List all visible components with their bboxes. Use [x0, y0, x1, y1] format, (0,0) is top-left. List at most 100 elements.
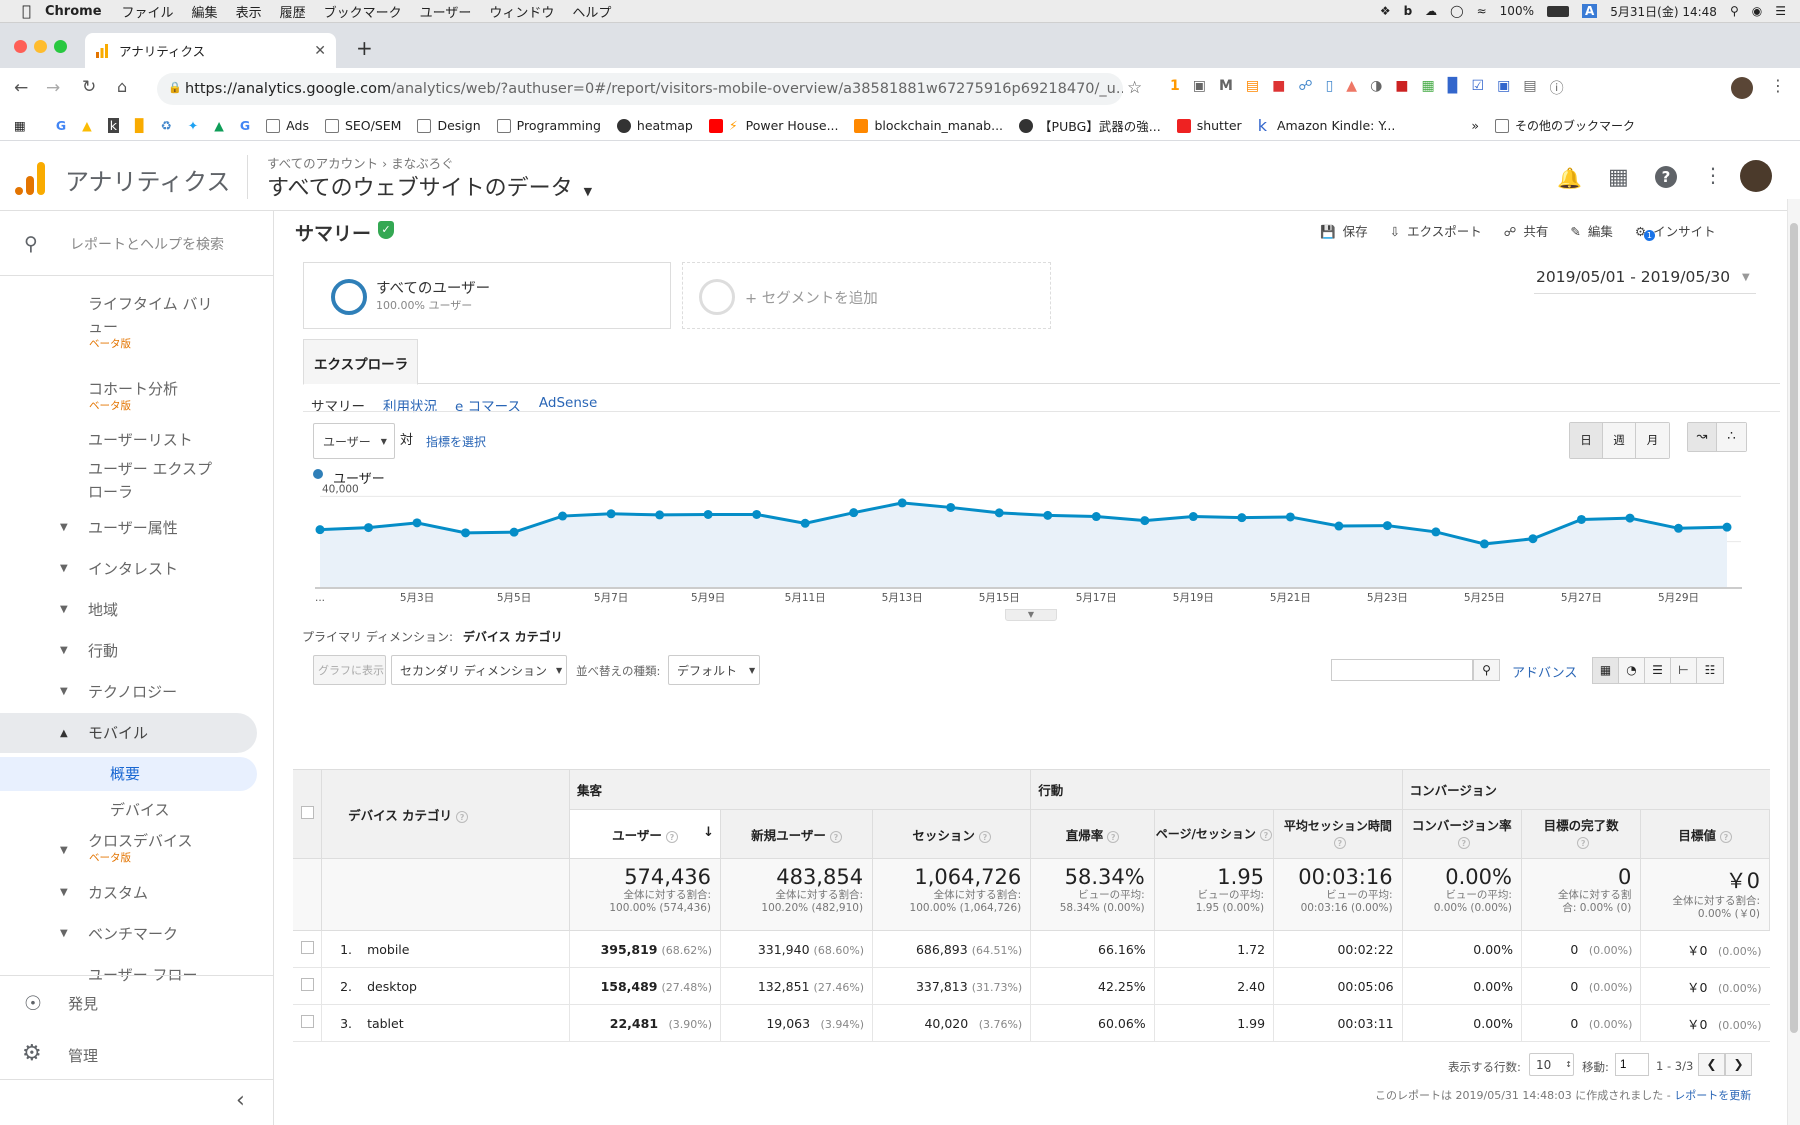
data-point[interactable] — [461, 528, 471, 538]
check-extension-icon[interactable]: ☑ — [1472, 78, 1485, 98]
twitter-bookmark-icon[interactable]: ✦ — [188, 118, 198, 133]
bars-extension-icon[interactable]: ▉ — [1448, 78, 1459, 98]
next-page-chevron-icon[interactable]: ❯ — [1725, 1053, 1752, 1076]
battery-icon[interactable] — [1546, 5, 1569, 17]
col-header-users[interactable]: ユーザー? ↓ — [569, 809, 722, 859]
col-header-conversion-rate[interactable]: コンバージョン率? — [1401, 809, 1522, 859]
analytics-logo-icon[interactable] — [15, 162, 45, 195]
menubar-item-view[interactable]: 表示 — [236, 2, 262, 21]
line-chart-icon[interactable]: ↝ — [1688, 423, 1717, 451]
menubar-app-name[interactable]: Chrome — [45, 4, 102, 19]
ads-triangle-icon[interactable]: ▲ — [82, 118, 92, 133]
data-point[interactable] — [946, 502, 956, 512]
breadcrumb-all-accounts[interactable]: すべてのアカウント — [267, 156, 378, 171]
users-line-chart[interactable]: 40,00020,000...5月3日5月5日5月7日5月9日5月11日5月13… — [290, 481, 1780, 609]
sidebar-item-geo[interactable]: 地域 — [88, 599, 118, 620]
fox-extension-icon[interactable]: ▲ — [1346, 78, 1357, 98]
data-point[interactable] — [1285, 512, 1295, 522]
sidebar-item-custom[interactable]: カスタム — [88, 882, 148, 903]
bookmark-kindle[interactable]: k Amazon Kindle: Y... — [1258, 116, 1396, 135]
data-point[interactable] — [1334, 521, 1344, 531]
add-segment-card[interactable]: + セグメントを追加 — [682, 262, 1051, 329]
data-point[interactable] — [364, 523, 374, 533]
help-icon[interactable]: ? — [978, 830, 991, 843]
more-vert-icon[interactable]: ⋮ — [1703, 163, 1723, 187]
forward-arrow-icon[interactable]: → — [46, 78, 60, 98]
date-range-picker[interactable]: 2019/05/01 - 2019/05/30 ▼ — [1534, 264, 1756, 294]
k-bookmark-icon[interactable]: k — [107, 118, 119, 133]
data-point[interactable] — [558, 511, 568, 521]
pivot-icon[interactable]: ☷ — [1697, 658, 1723, 683]
google-bookmark-icon[interactable]: G — [56, 118, 66, 133]
data-point[interactable] — [849, 508, 859, 518]
data-point[interactable] — [1576, 514, 1586, 524]
data-point[interactable] — [655, 510, 665, 520]
choose-metric-link[interactable]: 指標を選択 — [426, 433, 486, 450]
grid-extension-icon[interactable]: ▦ — [1422, 78, 1435, 98]
new-tab-button[interactable]: + — [356, 36, 373, 60]
prev-page-chevron-icon[interactable]: ❮ — [1698, 1053, 1725, 1076]
help-icon[interactable]: ? — [1457, 837, 1470, 849]
sidebar-admin[interactable]: 管理 — [68, 1045, 98, 1066]
col-header-bounce-rate[interactable]: 直帰率? — [1030, 809, 1155, 859]
data-point[interactable] — [800, 518, 810, 528]
profile-avatar[interactable] — [1731, 77, 1753, 99]
sidebar-item-mobile[interactable]: モバイル — [88, 722, 148, 743]
data-point[interactable] — [994, 508, 1004, 518]
menubar-item-bookmarks[interactable]: ブックマーク — [324, 2, 402, 21]
screenshot-extension-icon[interactable]: ▣ — [1497, 78, 1510, 98]
col-header-pages-per-session[interactable]: ページ/セッション? — [1153, 809, 1275, 859]
row-dimension-link[interactable]: tablet — [367, 1016, 404, 1031]
bookmark-pubg[interactable]: 【PUBG】武器の強... — [1019, 116, 1161, 135]
status-circle-icon[interactable]: ◯ — [1450, 4, 1463, 18]
menubar-item-help[interactable]: ヘルプ — [572, 2, 611, 21]
data-point[interactable] — [1625, 513, 1635, 523]
home-icon[interactable]: ⌂ — [117, 77, 127, 96]
data-point[interactable] — [315, 525, 325, 535]
data-point[interactable] — [1528, 534, 1538, 544]
wifi-icon[interactable]: ≈ — [1477, 4, 1487, 18]
back-arrow-icon[interactable]: ← — [14, 78, 28, 98]
bookmark-folder-ads[interactable]: Ads — [266, 118, 309, 133]
save-button[interactable]: 💾 保存 — [1320, 221, 1368, 240]
data-point[interactable] — [1479, 539, 1489, 549]
link-extension-icon[interactable]: ☍ — [1298, 78, 1312, 98]
cloud-icon[interactable]: ☁ — [1425, 4, 1437, 18]
analytics-bookmark-icon[interactable]: ▉ — [135, 118, 145, 133]
metric-select[interactable]: ユーザー ▼ — [313, 423, 395, 459]
bookmark-blockchain[interactable]: blockchain_manab... — [854, 118, 1003, 133]
data-point[interactable] — [703, 509, 713, 519]
edit-button[interactable]: ✎ 編集 — [1570, 221, 1613, 240]
notification-center-icon[interactable]: ☰ — [1775, 4, 1786, 18]
apps-grid-icon[interactable]: ▦ — [1608, 165, 1629, 190]
data-point[interactable] — [1722, 522, 1732, 532]
sidebar-item-mobile-overview[interactable]: 概要 — [110, 763, 140, 784]
translate-bookmark-icon[interactable]: ♻ — [161, 118, 172, 133]
sidebar-item-interests[interactable]: インタレスト — [88, 558, 178, 579]
extension-1-icon[interactable]: 1 — [1170, 78, 1180, 98]
sidebar-item-behavior[interactable]: 行動 — [88, 640, 118, 661]
period-month-button[interactable]: 月 — [1636, 423, 1669, 458]
goto-page-input[interactable] — [1615, 1053, 1649, 1076]
sidebar-item-mobile-devices[interactable]: デバイス — [110, 799, 170, 820]
google-search-bookmark-icon[interactable]: G — [240, 118, 250, 133]
menubar-item-edit[interactable]: 編集 — [192, 2, 218, 21]
help-icon[interactable]: ? — [1333, 837, 1346, 849]
sidebar-item-demographics[interactable]: ユーザー属性 — [88, 517, 178, 538]
siri-icon[interactable]: ◉ — [1752, 4, 1762, 18]
apple-icon[interactable]:  — [22, 2, 31, 20]
data-point[interactable] — [1237, 513, 1247, 523]
menubar-item-history[interactable]: 履歴 — [280, 2, 306, 21]
menubar-clock[interactable]: 5月31日(金) 14:48 — [1610, 3, 1717, 20]
bookmark-shutter[interactable]: shutter — [1176, 118, 1242, 133]
dropbox-icon[interactable]: ❖ — [1380, 4, 1391, 18]
drive-bookmark-icon[interactable]: ▲ — [214, 118, 224, 133]
sort-type-select[interactable]: デフォルト ▼ — [668, 655, 760, 685]
camera-extension-icon[interactable]: ▣ — [1193, 78, 1206, 98]
window-minimize-button[interactable] — [34, 40, 47, 53]
data-point[interactable] — [1043, 510, 1053, 520]
pie-chart-icon[interactable]: ◔ — [1619, 658, 1645, 683]
bookmark-heatmap[interactable]: heatmap — [616, 118, 693, 133]
view-selector[interactable]: すべてのウェブサイトのデータ ▼ — [267, 170, 592, 202]
data-point[interactable] — [606, 509, 616, 519]
